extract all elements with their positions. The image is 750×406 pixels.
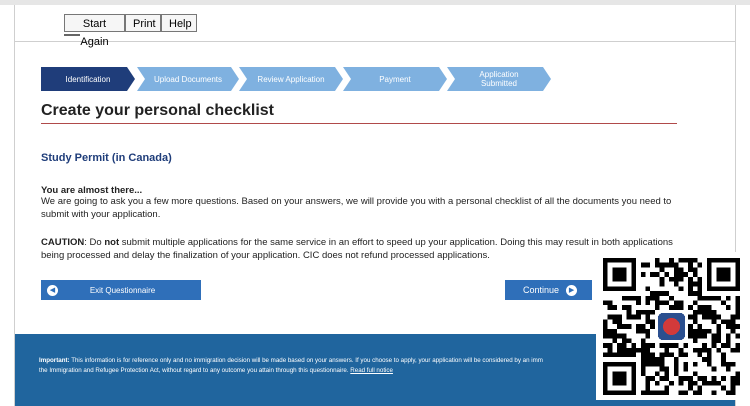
caution-label: CAUTION: [41, 237, 85, 248]
caution-not: not: [104, 237, 120, 248]
footer-important-label: Important:: [39, 357, 70, 364]
toolbar: Start Again Print Help: [15, 5, 735, 48]
step-upload-documents: Upload Documents: [137, 67, 239, 91]
help-button[interactable]: Help: [161, 14, 197, 32]
progress-steps: Identification Upload Documents Review A…: [41, 67, 561, 91]
step-label: Payment: [379, 74, 411, 84]
footer-text: Important: This information is for refer…: [39, 356, 599, 375]
step-label: Identification: [65, 74, 111, 84]
title-divider: [41, 123, 677, 124]
exit-questionnaire-button[interactable]: ◀ Exit Questionnaire: [41, 280, 201, 300]
step-identification: Identification: [41, 67, 135, 91]
print-button[interactable]: Print: [125, 14, 161, 32]
exit-button-label: Exit Questionnaire: [89, 285, 156, 295]
arrow-left-icon: ◀: [47, 284, 58, 296]
step-label: Review Application: [257, 74, 325, 84]
footer-text-1: This information is for reference only a…: [69, 357, 543, 364]
step-label: Upload Documents: [153, 74, 223, 84]
caution-text: submit multiple applications for the sam…: [41, 237, 673, 261]
almost-text: We are going to ask you a few more quest…: [41, 196, 672, 220]
page-title: Create your personal checklist: [41, 102, 274, 119]
step-payment: Payment: [343, 67, 447, 91]
step-application-submitted: Application Submitted: [447, 67, 551, 91]
qr-code-overlay: [596, 252, 747, 400]
step-label: Application Submitted: [479, 70, 519, 88]
read-full-notice-link[interactable]: Read full notice: [350, 367, 393, 374]
arrow-right-icon: ▶: [566, 284, 578, 296]
step-review-application: Review Application: [239, 67, 343, 91]
toolbar-underline: [64, 34, 80, 36]
continue-button[interactable]: Continue ▶: [505, 280, 592, 300]
footer-text-2: the Immigration and Refugee Protection A…: [39, 366, 349, 374]
almost-heading: You are almost there...: [41, 185, 143, 196]
continue-button-label: Continue: [523, 285, 560, 295]
caution-paragraph: CAUTION: Do not submit multiple applicat…: [41, 237, 681, 262]
qr-code-icon: [603, 258, 740, 395]
start-again-button[interactable]: Start Again: [64, 14, 125, 48]
caution-pre: : Do: [84, 237, 105, 248]
service-subtitle: Study Permit (in Canada): [41, 152, 172, 164]
